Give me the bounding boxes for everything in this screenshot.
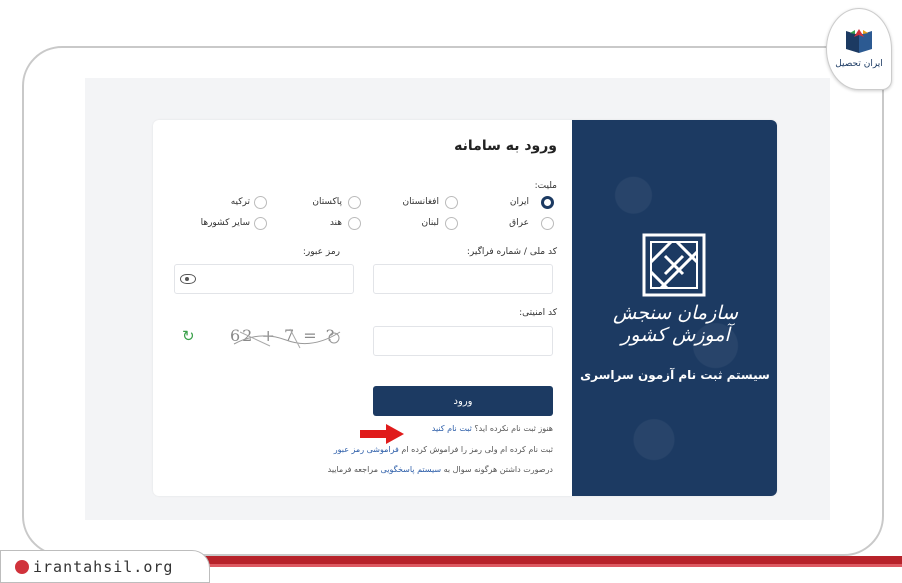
radio-afghanistan[interactable] — [445, 196, 458, 209]
national-code-label: کد ملی / شماره فراگیر: — [466, 247, 557, 257]
radio-label-afghanistan[interactable]: افغانستان — [403, 197, 440, 207]
register-prompt: هنوز ثبت نام نکرده اید؟ — [474, 424, 553, 433]
refresh-captcha-icon[interactable]: ↻ — [182, 327, 195, 345]
radio-other-countries[interactable] — [254, 217, 267, 230]
irantahsil-logo: ایران تحصیل — [826, 8, 892, 90]
login-button[interactable]: ورود — [373, 386, 553, 416]
radio-label-iraq[interactable]: عراق — [509, 218, 529, 228]
sanjesh-emblem-icon — [642, 233, 706, 297]
radio-lebanon[interactable] — [445, 217, 458, 230]
system-title: سیستم ثبت نام آزمون سراسری — [580, 368, 770, 382]
site-url-badge: irantahsil.org — [0, 550, 210, 583]
nationality-label: ملیت: — [534, 181, 557, 191]
screenshot-stage: ایران تحصیل irantahsil.org سازمان سنجش آ… — [0, 0, 902, 583]
help-system-link[interactable]: سیستم پاسخگویی — [381, 465, 442, 474]
password-input[interactable] — [174, 264, 354, 294]
book-emblem-icon — [846, 29, 872, 53]
site-url: irantahsil.org — [33, 557, 174, 576]
forgot-prompt: ثبت نام کرده ام ولی رمز را فراموش کرده ا… — [401, 445, 553, 454]
radio-label-pakistan[interactable]: پاکستان — [312, 197, 342, 207]
radio-india[interactable] — [348, 217, 361, 230]
password-label: رمز عبور: — [302, 247, 340, 257]
register-link[interactable]: ثبت نام کنید — [432, 424, 472, 433]
forgot-line: ثبت نام کرده ام ولی رمز را فراموش کرده ا… — [334, 445, 553, 454]
radio-label-turkey[interactable]: ترکیه — [231, 197, 250, 207]
brand-script: سازمان سنجش آموزش کشور — [613, 302, 738, 346]
globe-icon — [15, 559, 29, 574]
decorative-stripe-light — [190, 564, 902, 567]
help-line: درصورت داشتن هرگونه سوال به سیستم پاسخگو… — [328, 465, 553, 474]
captcha-image: 62 + 7 = ? — [230, 326, 342, 350]
radio-iran[interactable] — [541, 196, 554, 209]
radio-turkey[interactable] — [254, 196, 267, 209]
forgot-password-link[interactable]: فراموشی رمز عبور — [334, 445, 399, 454]
pointer-arrow-icon — [360, 424, 404, 444]
security-code-input[interactable] — [373, 326, 553, 356]
logo-text: ایران تحصیل — [835, 59, 883, 69]
form-title: ورود به سامانه — [454, 138, 557, 154]
help-prompt-before: درصورت داشتن هرگونه سوال به — [443, 465, 553, 474]
help-prompt-after: مراجعه فرمایید — [327, 465, 378, 474]
radio-label-india[interactable]: هند — [330, 218, 342, 228]
register-line: هنوز ثبت نام نکرده اید؟ ثبت نام کنید — [432, 424, 553, 433]
radio-label-iran[interactable]: ایران — [510, 197, 529, 207]
captcha-noise-icon — [233, 328, 341, 349]
security-code-label: کد امنیتی: — [519, 308, 557, 318]
show-password-eye-icon[interactable] — [180, 274, 196, 284]
radio-label-other-countries[interactable]: سایر کشورها — [201, 218, 250, 228]
decorative-stripe — [190, 556, 902, 564]
radio-pakistan[interactable] — [348, 196, 361, 209]
national-code-input[interactable] — [373, 264, 553, 294]
radio-iraq[interactable] — [541, 217, 554, 230]
radio-label-lebanon[interactable]: لبنان — [421, 218, 439, 228]
